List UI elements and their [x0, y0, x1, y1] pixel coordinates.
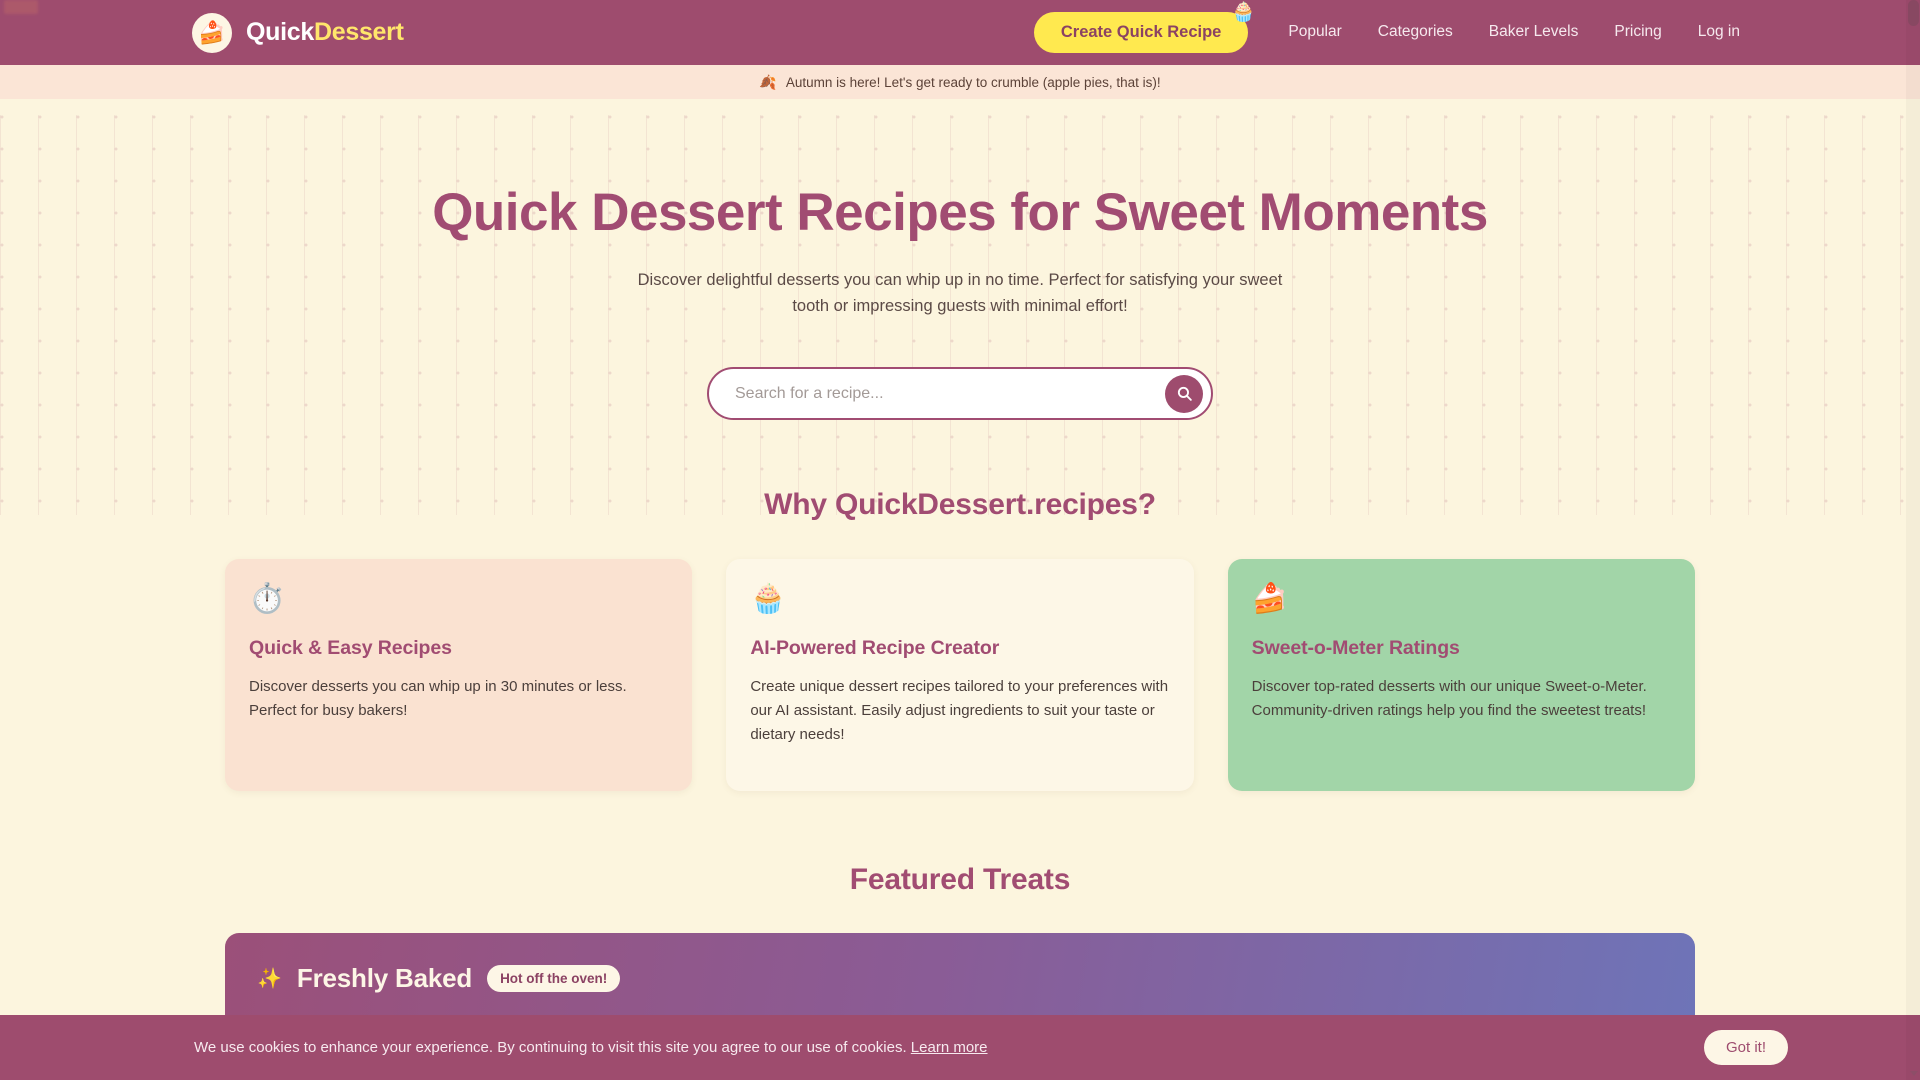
brand-name: QuickDessert	[246, 18, 404, 47]
why-section-heading: Why QuickDessert.recipes?	[764, 488, 1156, 522]
fallen-leaf-icon: 🍂	[759, 74, 777, 90]
accept-cookies-button[interactable]: Got it!	[1703, 1030, 1788, 1065]
sparkles-icon: ✨	[257, 967, 282, 990]
nav-links-group: Create Quick Recipe 🧁 Popular Categories…	[1033, 3, 1890, 53]
hero-section: Quick Dessert Recipes for Sweet Moments …	[0, 99, 1920, 319]
create-quick-recipe-button[interactable]: Create Quick Recipe	[1033, 12, 1249, 53]
cupcake-icon: 🧁	[750, 583, 787, 616]
feature-card-text: Create unique dessert recipes tailored t…	[750, 678, 1169, 743]
cookie-banner-text: We use cookies to enhance your experienc…	[194, 1039, 988, 1056]
corner-artifact	[4, 0, 38, 14]
brand-logo[interactable]: 🍰 QuickDessert	[192, 12, 404, 53]
scrollbar-thumb[interactable]	[1908, 0, 1919, 26]
featured-panel-label: Freshly Baked	[296, 963, 473, 994]
featured-section-heading: Featured Treats	[849, 863, 1071, 897]
search-box[interactable]	[707, 367, 1213, 421]
stopwatch-icon: ⏱️	[249, 583, 286, 616]
shortcake-icon: 🍰	[1251, 583, 1288, 616]
scroll-down-arrow-icon[interactable]	[1910, 1071, 1918, 1076]
feature-card-title: Sweet-o-Meter Ratings	[1251, 637, 1460, 660]
announcement-banner: 🍂 Autumn is here! Let's get ready to cru…	[0, 65, 1920, 99]
nav-item-baker-levels[interactable]: Baker Levels	[1471, 15, 1597, 49]
nav-item-popular[interactable]: Popular	[1270, 15, 1359, 49]
brand-word-quick: Quick	[246, 18, 314, 46]
status-badge: Hot off the oven!	[487, 965, 621, 993]
feature-card-sweet-o-meter[interactable]: 🍰 Sweet-o-Meter Ratings Discover top-rat…	[1227, 559, 1695, 792]
create-quick-recipe-wrapper: Create Quick Recipe 🧁	[1033, 3, 1255, 53]
search-icon	[1177, 387, 1192, 402]
featured-panel-header: ✨ Freshly Baked Hot off the oven!	[257, 963, 1663, 994]
hero-subtitle: Discover delightful desserts you can whi…	[637, 271, 1283, 315]
page-root: 🍰 QuickDessert Create Quick Recipe 🧁 Pop…	[0, 0, 1920, 1080]
feature-card-text: Discover desserts you can whip up in 30 …	[249, 678, 627, 720]
page-title: Quick Dessert Recipes for Sweet Moments	[432, 183, 1488, 242]
search-section	[0, 367, 1920, 421]
nav-item-categories[interactable]: Categories	[1360, 15, 1471, 49]
feature-cards-row: ⏱️ Quick & Easy Recipes Discover dessert…	[225, 559, 1695, 792]
feature-card-title: AI-Powered Recipe Creator	[750, 637, 1000, 660]
cake-slice-glyph: 🍰	[198, 19, 226, 45]
main-content: Quick Dessert Recipes for Sweet Moments …	[0, 99, 1920, 1054]
announcement-text: Autumn is here! Let's get ready to crumb…	[785, 74, 1161, 90]
feature-card-text: Discover top-rated desserts with our uni…	[1251, 678, 1647, 720]
brand-word-dessert: Dessert	[313, 18, 404, 46]
search-input[interactable]	[735, 384, 1165, 403]
feature-card-ai-creator[interactable]: 🧁 AI-Powered Recipe Creator Create uniqu…	[726, 559, 1194, 792]
nav-item-login[interactable]: Log in	[1680, 15, 1758, 49]
top-navigation-bar: 🍰 QuickDessert Create Quick Recipe 🧁 Pop…	[0, 0, 1920, 65]
nav-item-pricing[interactable]: Pricing	[1596, 15, 1679, 49]
feature-card-title: Quick & Easy Recipes	[249, 637, 452, 660]
feature-card-quick-easy[interactable]: ⏱️ Quick & Easy Recipes Discover dessert…	[225, 559, 693, 792]
page-scrollbar[interactable]	[1906, 0, 1920, 1080]
learn-more-link[interactable]: Learn more	[911, 1039, 988, 1056]
search-submit-button[interactable]	[1165, 374, 1203, 413]
cake-slice-icon: 🍰	[192, 12, 232, 53]
cookie-message: We use cookies to enhance your experienc…	[194, 1039, 907, 1056]
cookie-consent-banner: We use cookies to enhance your experienc…	[0, 1015, 1920, 1080]
